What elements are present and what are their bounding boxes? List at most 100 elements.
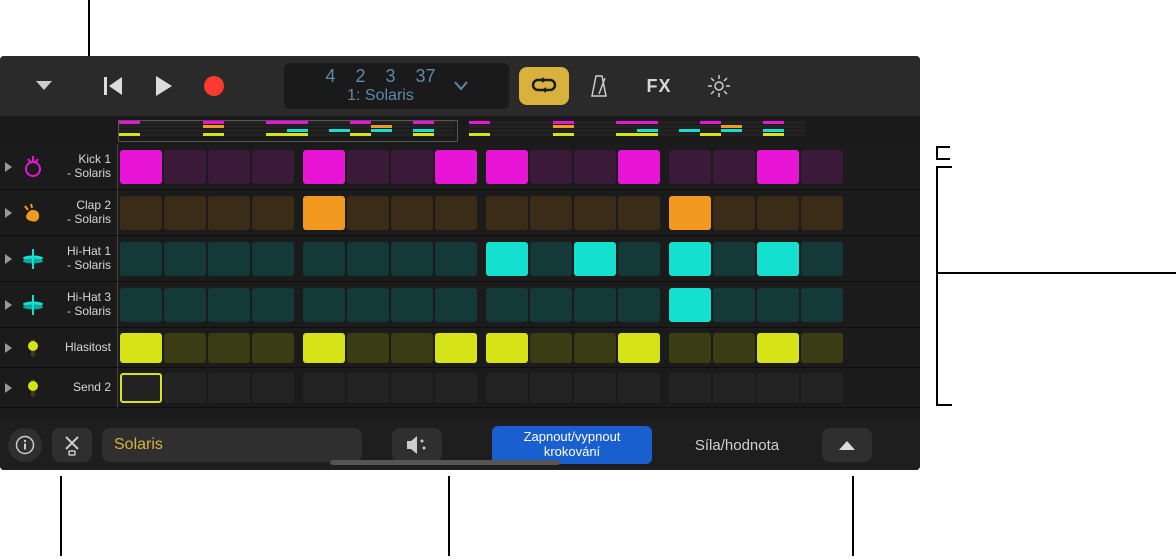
delete-button[interactable] xyxy=(52,428,92,462)
step-cell[interactable] xyxy=(757,196,799,230)
step-cell[interactable] xyxy=(120,150,162,184)
step-cell[interactable] xyxy=(757,288,799,322)
fx-button[interactable]: FX xyxy=(629,66,689,106)
lcd-display[interactable]: 4 2 3 37 1: Solaris xyxy=(284,63,509,109)
disclosure-triangle[interactable] xyxy=(0,190,18,235)
step-cell[interactable] xyxy=(120,373,162,403)
pattern-overview[interactable] xyxy=(0,116,920,144)
track-label[interactable]: Send 2 xyxy=(48,368,118,407)
vol-icon[interactable] xyxy=(18,328,48,367)
step-cell[interactable] xyxy=(486,288,528,322)
go-to-start-button[interactable] xyxy=(104,76,126,96)
step-cell[interactable] xyxy=(486,196,528,230)
step-cell[interactable] xyxy=(574,150,616,184)
step-cell[interactable] xyxy=(757,333,799,363)
step-cell[interactable] xyxy=(618,196,660,230)
step-cell[interactable] xyxy=(303,242,345,276)
step-cell[interactable] xyxy=(486,150,528,184)
step-cell[interactable] xyxy=(347,196,389,230)
step-cell[interactable] xyxy=(120,333,162,363)
step-cell[interactable] xyxy=(303,333,345,363)
step-cell[interactable] xyxy=(347,373,389,403)
step-cell[interactable] xyxy=(618,333,660,363)
step-cell[interactable] xyxy=(252,242,294,276)
disclosure-triangle[interactable] xyxy=(0,282,18,327)
track-label[interactable]: Hi-Hat 3- Solaris xyxy=(48,282,118,327)
step-cell[interactable] xyxy=(801,333,843,363)
step-cell[interactable] xyxy=(164,150,206,184)
step-cell[interactable] xyxy=(801,288,843,322)
step-cell[interactable] xyxy=(713,373,755,403)
step-cell[interactable] xyxy=(618,288,660,322)
step-cell[interactable] xyxy=(347,242,389,276)
step-cell[interactable] xyxy=(120,288,162,322)
step-cell[interactable] xyxy=(713,333,755,363)
step-cell[interactable] xyxy=(208,242,250,276)
step-cell[interactable] xyxy=(486,242,528,276)
step-cell[interactable] xyxy=(530,373,572,403)
disclosure-triangle[interactable] xyxy=(0,144,18,189)
step-cell[interactable] xyxy=(486,333,528,363)
disclosure-triangle[interactable] xyxy=(0,236,18,281)
step-cell[interactable] xyxy=(391,196,433,230)
step-cell[interactable] xyxy=(252,373,294,403)
step-cell[interactable] xyxy=(208,288,250,322)
step-cell[interactable] xyxy=(208,333,250,363)
step-cell[interactable] xyxy=(618,150,660,184)
step-cell[interactable] xyxy=(164,288,206,322)
step-cell[interactable] xyxy=(435,196,477,230)
step-cell[interactable] xyxy=(486,373,528,403)
overview-page-2[interactable] xyxy=(468,120,808,142)
step-cell[interactable] xyxy=(669,288,711,322)
step-cell[interactable] xyxy=(391,242,433,276)
step-cell[interactable] xyxy=(391,373,433,403)
step-cell[interactable] xyxy=(669,373,711,403)
step-cell[interactable] xyxy=(757,242,799,276)
step-cell[interactable] xyxy=(391,150,433,184)
step-cell[interactable] xyxy=(618,373,660,403)
step-cell[interactable] xyxy=(530,196,572,230)
step-cell[interactable] xyxy=(303,196,345,230)
horizontal-scrollbar[interactable] xyxy=(330,460,560,465)
step-cell[interactable] xyxy=(801,373,843,403)
kick-icon[interactable] xyxy=(18,144,48,189)
step-cell[interactable] xyxy=(574,333,616,363)
step-cell[interactable] xyxy=(713,196,755,230)
step-cell[interactable] xyxy=(530,288,572,322)
step-cell[interactable] xyxy=(669,242,711,276)
track-label[interactable]: Hi-Hat 1- Solaris xyxy=(48,236,118,281)
collapse-up-button[interactable] xyxy=(822,428,872,462)
clap-icon[interactable] xyxy=(18,190,48,235)
info-button[interactable] xyxy=(8,428,42,462)
step-cell[interactable] xyxy=(435,242,477,276)
hat-icon[interactable] xyxy=(18,282,48,327)
disclosure-triangle[interactable] xyxy=(0,328,18,367)
step-cell[interactable] xyxy=(435,373,477,403)
track-label[interactable]: Clap 2- Solaris xyxy=(48,190,118,235)
step-cell[interactable] xyxy=(347,288,389,322)
step-cell[interactable] xyxy=(669,150,711,184)
step-cell[interactable] xyxy=(757,150,799,184)
step-cell[interactable] xyxy=(435,333,477,363)
step-cell[interactable] xyxy=(574,373,616,403)
step-cell[interactable] xyxy=(303,150,345,184)
step-cell[interactable] xyxy=(713,242,755,276)
record-button[interactable] xyxy=(204,76,224,96)
step-cell[interactable] xyxy=(164,333,206,363)
step-cell[interactable] xyxy=(435,150,477,184)
step-cell[interactable] xyxy=(120,242,162,276)
step-cell[interactable] xyxy=(669,196,711,230)
play-button[interactable] xyxy=(156,76,174,96)
step-cell[interactable] xyxy=(120,196,162,230)
preset-name-field[interactable]: Solaris xyxy=(102,428,362,462)
step-cell[interactable] xyxy=(208,373,250,403)
step-cell[interactable] xyxy=(530,242,572,276)
step-cell[interactable] xyxy=(347,333,389,363)
step-cell[interactable] xyxy=(574,196,616,230)
track-label[interactable]: Kick 1- Solaris xyxy=(48,144,118,189)
vol-icon[interactable] xyxy=(18,368,48,407)
settings-button[interactable] xyxy=(689,66,749,106)
step-cell[interactable] xyxy=(208,150,250,184)
step-cell[interactable] xyxy=(303,373,345,403)
step-cell[interactable] xyxy=(530,150,572,184)
